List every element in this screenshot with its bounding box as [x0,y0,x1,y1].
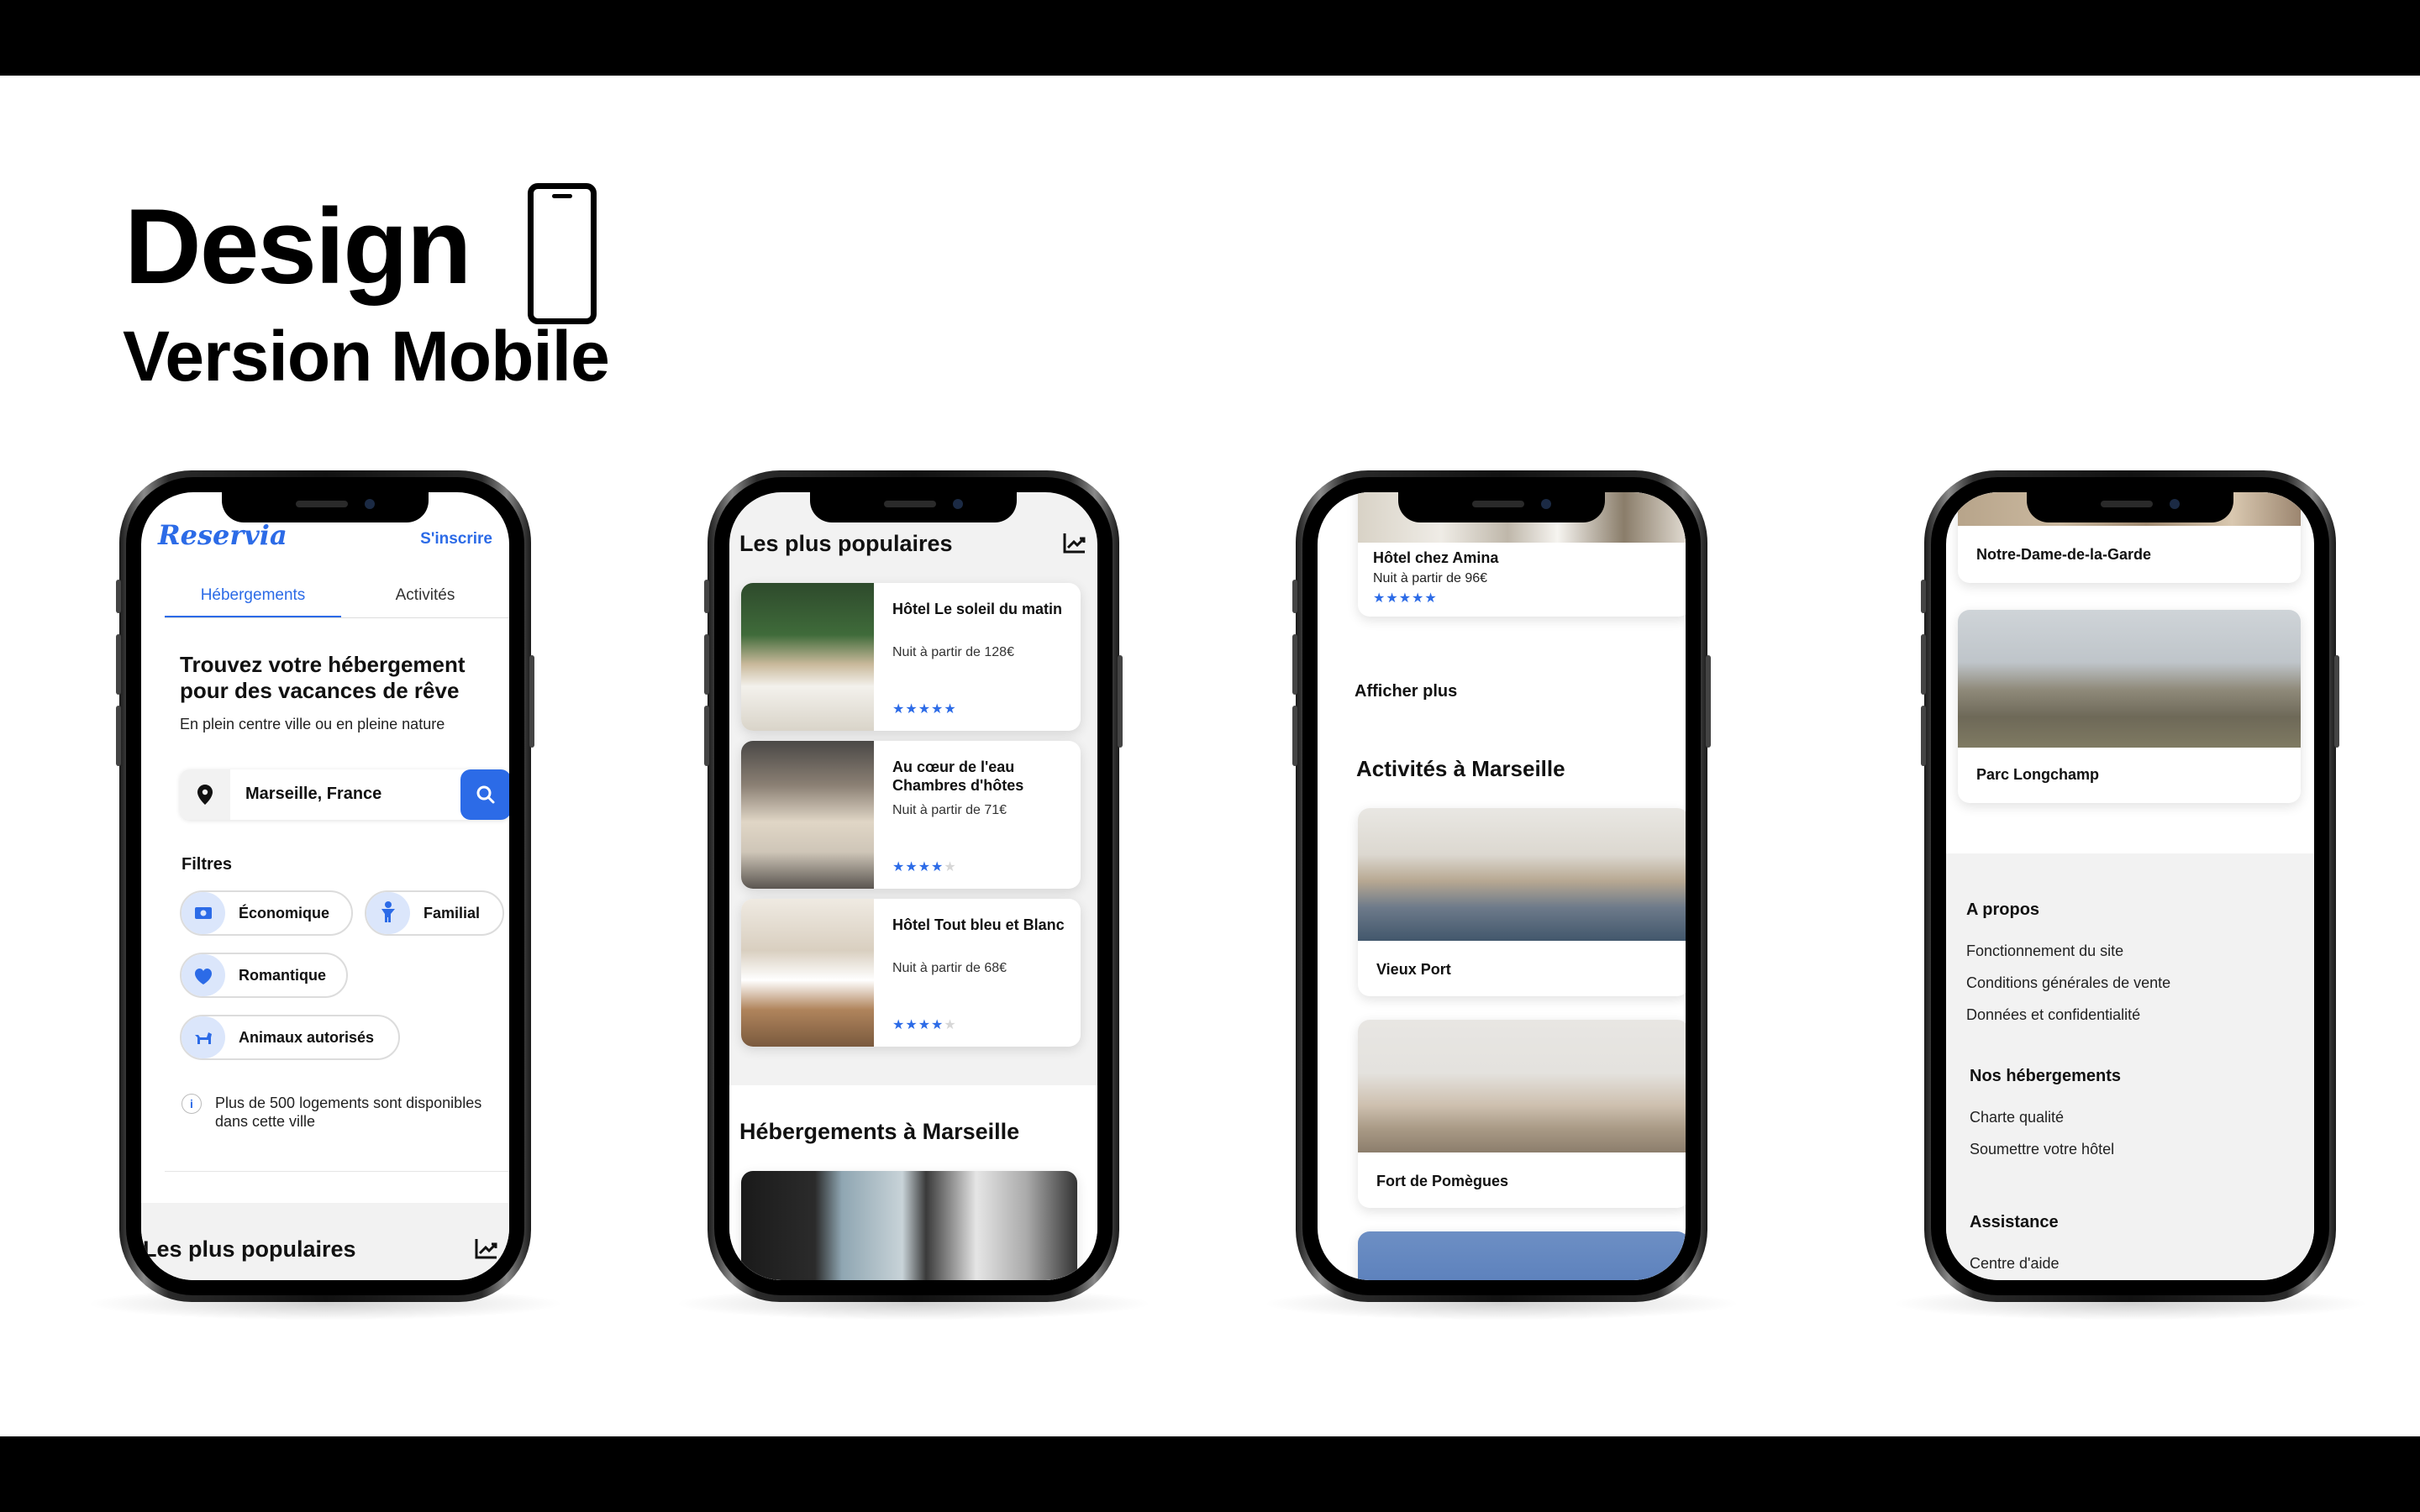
screen-home: Reservia S'inscrire Hébergements Activit… [141,492,509,1280]
popular-section: Les plus populaires [141,1203,509,1280]
dog-icon [182,1016,225,1058]
activities-title: Activités à Marseille [1356,756,1565,781]
logo[interactable]: Reservia [158,519,287,551]
star-rating: ★★★★★ [892,702,957,717]
filter-romantique[interactable]: Romantique [180,953,348,998]
footer-link[interactable]: Charte qualité [1970,1109,2064,1126]
footer-link[interactable]: Soumettre votre hôtel [1970,1141,2114,1158]
hotel-photo [741,741,874,889]
page-subtitle: Version Mobile [123,317,610,396]
section-title: Hébergements à Marseille [739,1119,1020,1144]
hotel-photo [741,1171,1077,1280]
top-letterbox [0,0,2420,76]
child-icon [366,892,410,934]
show-more-link[interactable]: Afficher plus [1355,682,1457,701]
hero-subtitle: En plein centre ville ou en pleine natur… [180,716,445,732]
hotel-photo [741,899,874,1047]
bottom-letterbox [0,1436,2420,1512]
footer-title: Assistance [1970,1213,2059,1231]
hotel-card[interactable]: Hôtel Tout bleu et Blanc Nuit à partir d… [741,899,1081,1047]
activity-card[interactable]: Parc Longchamp [1958,610,2301,803]
hero-title: Trouvez votre hébergement pour des vacan… [180,652,466,703]
footer-title: A propos [1966,900,2040,919]
page-title: Design [124,186,471,306]
hotel-photo [741,583,874,731]
screen-footer: Notre-Dame-de-la-Garde Parc Longchamp A … [1946,492,2314,1280]
phone-mockup-4: Notre-Dame-de-la-Garde Parc Longchamp A … [1891,470,2370,1320]
footer-link[interactable]: Centre d'aide [1970,1255,2060,1273]
activity-photo [1358,808,1686,941]
activity-photo [1358,1020,1686,1152]
star-rating: ★★★★★ [892,860,957,874]
heart-icon [182,954,225,996]
hotel-card[interactable]: Au cœur de l'eau Chambres d'hôtes Nuit à… [741,741,1081,889]
search-input[interactable]: Marseille, France [245,785,381,804]
star-rating: ★★★★★ [1373,591,1438,606]
smartphone-icon [528,183,597,324]
footer-link[interactable]: Conditions générales de vente [1966,974,2170,992]
site-footer: A propos Fonctionnement du site Conditio… [1946,853,2314,1280]
tab-activites[interactable]: Activités [341,586,509,605]
screen-activities: Hôtel chez Amina Nuit à partir de 96€ ★★… [1318,492,1686,1280]
screen-popular: Les plus populaires Hôtel Le soleil du m… [729,492,1097,1280]
phone-mockup-1: Reservia S'inscrire Hébergements Activit… [86,470,565,1320]
info-icon: i [182,1094,202,1114]
tab-hebergements[interactable]: Hébergements [165,586,341,605]
accommodations-section: Hébergements à Marseille [729,1085,1097,1280]
filter-animaux[interactable]: Animaux autorisés [180,1015,400,1060]
accommodation-card[interactable] [741,1171,1077,1280]
activity-photo [1358,1231,1686,1280]
location-pin-icon [180,769,230,820]
activity-card[interactable]: Fort de Pomègues [1358,1020,1686,1208]
search-button[interactable] [460,769,509,820]
search-bar: Marseille, France [180,769,509,820]
star-rating: ★★★★★ [892,1018,957,1032]
hotel-card[interactable]: Hôtel Le soleil du matin Nuit à partir d… [741,583,1081,731]
signup-link[interactable]: S'inscrire [420,530,492,549]
trending-icon [1063,533,1086,554]
activity-card[interactable] [1358,1231,1686,1280]
footer-link[interactable]: Fonctionnement du site [1966,942,2123,960]
activity-card[interactable]: Vieux Port [1358,808,1686,996]
popular-title: Les plus populaires [739,531,953,556]
filter-economique[interactable]: Économique [180,890,353,936]
money-icon [182,892,225,934]
availability-info: Plus de 500 logements sont disponibles d… [215,1095,482,1130]
filters-title: Filtres [182,855,233,874]
phone-mockup-3: Hôtel chez Amina Nuit à partir de 96€ ★★… [1262,470,1741,1320]
activity-photo [1958,610,2301,748]
filter-familial[interactable]: Familial [365,890,504,936]
popular-title: Les plus populaires [143,1236,356,1262]
footer-link[interactable]: Données et confidentialité [1966,1006,2140,1024]
phone-mockup-2: Les plus populaires Hôtel Le soleil du m… [674,470,1153,1320]
trending-icon [475,1239,497,1259]
search-icon [476,785,495,804]
footer-title: Nos hébergements [1970,1067,2122,1085]
